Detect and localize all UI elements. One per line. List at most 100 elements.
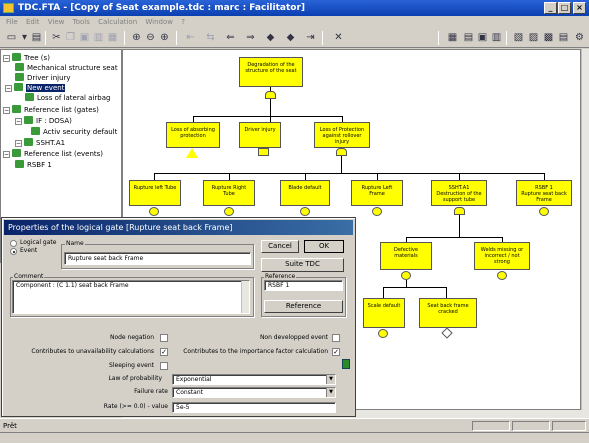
zoom-out-icon[interactable]: ⊖ [144,31,157,44]
first-icon[interactable]: ⇤ [184,31,197,44]
suite-tdc-button[interactable]: Suite TDC [261,258,344,272]
settings-icon[interactable]: ⚙ [573,31,586,44]
gate-loss-rollover[interactable]: Loss of Protection against rollover inju… [314,122,370,148]
cancel-x-icon[interactable]: ✕ [332,31,345,44]
gate-label: Rupture seat back Frame [521,191,567,203]
comment-scrollbar[interactable] [241,281,249,313]
menu-edit[interactable]: Edit [26,18,40,26]
gate-loss-absorbing[interactable]: Loss of absorbing protection [166,122,220,148]
non-developped-checkbox[interactable] [332,334,340,342]
close-button[interactable]: × [573,2,586,14]
back-icon[interactable]: ◆ [264,31,277,44]
gate-seat-back-frame-cracked[interactable]: Seat back frame cracked [419,298,477,328]
top-gate[interactable]: Degradation of the structure of the seat [239,57,303,87]
paste-icon[interactable]: ▣ [78,31,91,44]
reference-input[interactable]: RSBF 1 [264,280,343,291]
gate-welds-missing[interactable]: Welds missing or incorrect / not strong [474,242,530,270]
chart-icon[interactable]: ▧ [512,31,525,44]
radio-event[interactable] [10,248,17,255]
menu-window[interactable]: Window [145,18,173,26]
gate-blade-default[interactable]: Blade default [280,180,330,206]
node-negation-checkbox[interactable] [160,334,168,342]
collapse-icon[interactable]: − [5,85,12,92]
copy-icon[interactable]: ❐ [64,31,77,44]
connector [459,215,460,237]
tree-item[interactable]: − SSHT.A1 [15,138,65,148]
prev-icon[interactable]: ⇐ [224,31,237,44]
gate-destruction-support-tube[interactable]: SSHT.A1 Destruction of the support tube [431,180,487,206]
gate-driver-injury[interactable]: Driver injury [239,122,281,148]
layout-icon[interactable]: ▤ [462,31,475,44]
menu-calculation[interactable]: Calculation [98,18,137,26]
next-icon[interactable]: ⇒ [244,31,257,44]
new-file-icon[interactable]: ▭ [5,31,18,44]
tree-node-icon [14,83,23,91]
gate-defective-materials[interactable]: Defective materials [380,242,432,270]
dropdown-arrow-icon[interactable]: ▼ [326,388,335,397]
delete-icon[interactable]: ▥ [92,31,105,44]
collapse-icon[interactable]: − [15,118,22,125]
ok-button[interactable]: OK [304,240,344,253]
cancel-button[interactable]: Cancel [261,240,299,253]
name-input[interactable]: Rupture seat back Frame [64,252,251,265]
sleeping-event-checkbox[interactable] [160,362,168,370]
tree-node-icon [24,138,33,146]
menu-help[interactable]: ? [181,18,185,26]
connector [544,173,545,180]
tree-item[interactable]: − IF : DOSA) [15,116,72,126]
forward-icon[interactable]: ◆ [284,31,297,44]
window-title-bar: TDC.FTA - [Copy of Seat example.tdc : ma… [0,0,589,16]
last-icon[interactable]: ⇥ [304,31,317,44]
zoom-fit-icon[interactable]: ⊕ [130,31,143,44]
calc-icon[interactable]: ▩ [542,31,555,44]
gate-rupture-right-tube[interactable]: Rupture Right Tube [203,180,255,206]
grid-icon[interactable]: ▦ [446,31,459,44]
menu-file[interactable]: File [6,18,18,26]
radio-logical-gate[interactable] [10,240,17,247]
toolbar-separator [322,31,323,45]
cut-icon[interactable]: ✂ [50,31,63,44]
gate-rupture-left-frame[interactable]: Rupture Left Frame [351,180,403,206]
law-help-icon[interactable] [342,359,350,369]
tree-item[interactable]: Mechanical structure seat [15,63,118,73]
transfer-triangle-icon [186,148,198,158]
unavailability-checkbox[interactable]: ✓ [160,348,168,356]
reference-button[interactable]: Reference [264,300,343,313]
report-icon[interactable]: ▤ [557,31,570,44]
minimize-button[interactable]: _ [544,2,557,14]
gate-rupture-seat-back-frame[interactable]: RSBF 1 Rupture seat back Frame [516,180,572,206]
tree-item[interactable]: Activ security default [31,127,117,137]
open-icon[interactable]: ▤ [30,31,43,44]
menu-tools[interactable]: Tools [73,18,90,26]
tree-item[interactable]: − Reference list (events) [3,149,103,159]
connector [406,237,502,238]
tree-item-selected[interactable]: − New event [5,83,66,93]
failure-rate-select[interactable]: Constant ▼ [172,387,336,398]
law-select[interactable]: Exponential ▼ [172,374,336,385]
prev-fast-icon[interactable]: ⇆ [204,31,217,44]
tree-item[interactable]: Loss of lateral airbag [25,93,110,103]
tree-item[interactable]: Driver injury [15,73,71,83]
vertical-scrollbar[interactable] [581,49,589,410]
print-icon[interactable]: ▦ [106,31,119,44]
zoom-in-icon[interactable]: ⊕ [158,31,171,44]
list-view-icon[interactable]: ▥ [490,31,503,44]
status-pane [552,421,586,431]
collapse-icon[interactable]: − [3,107,10,114]
maximize-button[interactable]: □ [558,2,571,14]
collapse-icon[interactable]: − [3,55,10,62]
dropdown-arrow-icon[interactable]: ▼ [326,375,335,384]
importance-factor-checkbox[interactable]: ✓ [332,348,340,356]
gate-rupture-left-tube[interactable]: Rupture left Tube [129,180,181,206]
tree-item[interactable]: RSBF 1 [15,160,52,170]
menu-view[interactable]: View [48,18,65,26]
export-icon[interactable]: ▨ [527,31,540,44]
collapse-icon[interactable]: − [3,151,10,158]
collapse-icon[interactable]: − [15,140,22,147]
gate-scale-default[interactable]: Scale default [363,298,405,328]
tree-view-icon[interactable]: ▣ [476,31,489,44]
tree-item[interactable]: − Tree (s) [3,53,50,63]
rate-input[interactable]: 5e-5 [172,402,336,413]
tree-item[interactable]: − Reference list (gates) [3,105,99,115]
comment-textarea[interactable]: Component : (C 1.1) seat back Frame [12,280,250,314]
